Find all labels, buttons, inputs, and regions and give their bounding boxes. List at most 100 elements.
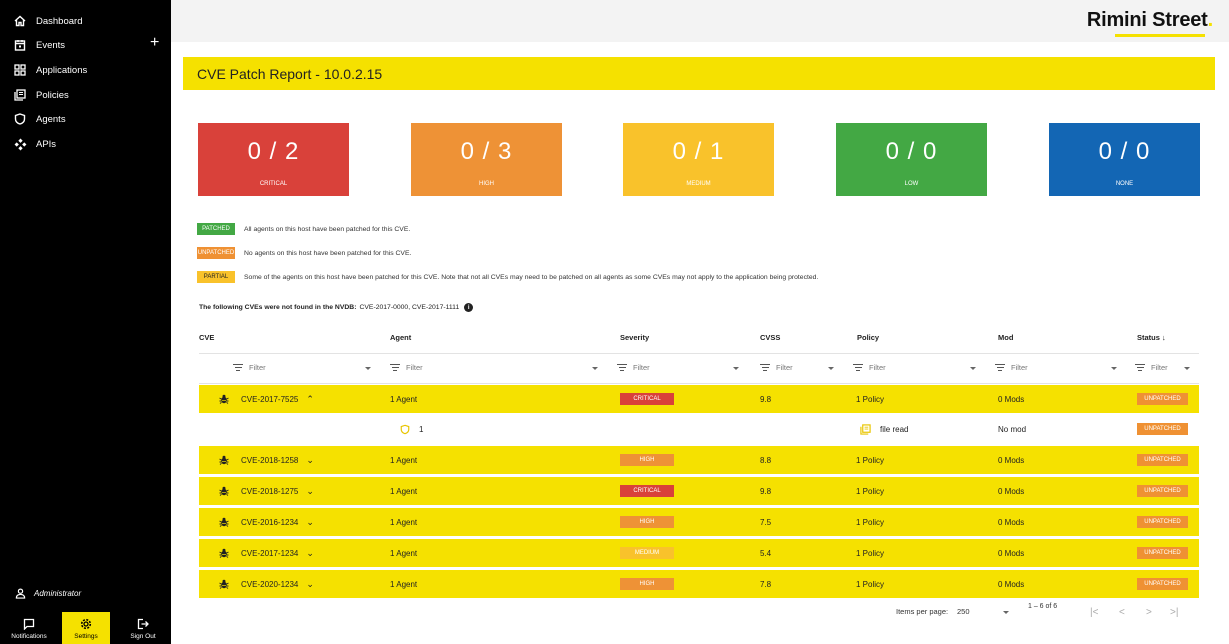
previous-page-icon[interactable]: <	[1119, 607, 1125, 618]
column-header-policy[interactable]: Policy	[857, 333, 879, 342]
sidebar-item-label: Events	[36, 39, 66, 51]
next-page-icon[interactable]: >	[1146, 607, 1152, 618]
filter-dropdown-icon[interactable]	[1111, 367, 1117, 370]
chevron-down-icon[interactable]: ⌄	[306, 486, 314, 497]
sign-out-icon	[137, 617, 149, 631]
items-per-page-dropdown-icon[interactable]	[1003, 611, 1009, 614]
mod-cell: 0 Mods	[998, 394, 1025, 404]
filter-mod[interactable]: Filter	[995, 362, 1028, 373]
summary-label: CRITICAL	[259, 181, 288, 187]
cve-cell: CVE-2018-1275 ⌄	[219, 477, 314, 505]
filter-placeholder: Filter	[249, 363, 266, 372]
settings-button[interactable]: Settings	[62, 612, 110, 644]
filter-severity[interactable]: Filter	[617, 362, 650, 373]
column-header-agent[interactable]: Agent	[390, 333, 411, 342]
filter-agent[interactable]: Filter	[390, 362, 423, 373]
page-title-bar: CVE Patch Report - 10.0.2.15	[183, 57, 1215, 90]
chevron-down-icon[interactable]: ⌄	[306, 579, 314, 590]
agent-cell[interactable]: 1 Agent	[390, 570, 417, 598]
chevron-down-icon[interactable]: ⌄	[306, 455, 314, 466]
column-header-cve[interactable]: CVE	[199, 333, 214, 342]
table-row[interactable]: CVE-2018-1275 ⌄ 1 Agent CRITICAL 9.8 1 P…	[199, 477, 1199, 505]
user-icon	[12, 588, 28, 599]
sidebar-item-label: Policies	[36, 89, 69, 101]
table-row[interactable]: CVE-2018-1258 ⌄ 1 Agent HIGH 8.8 1 Polic…	[199, 446, 1199, 474]
notifications-button[interactable]: Notifications	[5, 612, 53, 644]
policy-cell[interactable]: 1 Policy	[856, 446, 884, 474]
summary-label: LOW	[904, 181, 919, 187]
table-row[interactable]: CVE-2017-1234 ⌄ 1 Agent MEDIUM 5.4 1 Pol…	[199, 539, 1199, 567]
table-row[interactable]: CVE-2016-1234 ⌄ 1 Agent HIGH 7.5 1 Polic…	[199, 508, 1199, 536]
agent-detail-cell[interactable]: 1	[400, 415, 423, 443]
filter-dropdown-icon[interactable]	[828, 367, 834, 370]
agent-cell[interactable]: 1 Agent	[390, 446, 417, 474]
agent-cell[interactable]: 1 Agent	[390, 508, 417, 536]
bug-icon	[219, 517, 229, 527]
severity-cell: CRITICAL	[620, 477, 674, 505]
column-header-severity[interactable]: Severity	[620, 333, 649, 342]
column-header-status[interactable]: Status ↓	[1137, 333, 1166, 342]
info-icon[interactable]: i	[464, 303, 474, 312]
filter-dropdown-icon[interactable]	[733, 367, 739, 370]
column-header-mod[interactable]: Mod	[998, 333, 1013, 342]
summary-count: 0 / 3	[460, 138, 513, 165]
add-event-button[interactable]: +	[150, 34, 159, 52]
mod-detail-cell: No mod	[998, 424, 1027, 434]
filter-dropdown-icon[interactable]	[592, 367, 598, 370]
summary-count: 0 / 0	[885, 138, 938, 165]
agent-cell[interactable]: 1 Agent	[390, 539, 417, 567]
sidebar-item-label: APIs	[36, 138, 57, 150]
table-row[interactable]: CVE-2020-1234 ⌄ 1 Agent HIGH 7.8 1 Polic…	[199, 570, 1199, 598]
nvdb-notice-label: The following CVEs were not found in the…	[199, 304, 357, 311]
sidebar-item-apis[interactable]: APIs	[12, 134, 56, 154]
sidebar-item-policies[interactable]: Policies	[12, 85, 69, 105]
severity-badge: HIGH	[620, 578, 674, 590]
cvss-cell: 7.8	[760, 579, 772, 589]
grid-icon	[12, 63, 28, 77]
filter-cvss[interactable]: Filter	[760, 362, 793, 373]
agent-cell[interactable]: 1 Agent	[390, 385, 417, 413]
sidebar-item-events[interactable]: Events	[12, 35, 65, 55]
filter-dropdown-icon[interactable]	[365, 367, 371, 370]
user-profile[interactable]: Administrator	[12, 588, 81, 599]
nvdb-cve-list: CVE-2017-0000, CVE-2017-1111	[359, 304, 460, 311]
column-header-cvss[interactable]: CVSS	[760, 333, 780, 342]
filter-status[interactable]: Filter	[1135, 362, 1168, 373]
items-per-page-select[interactable]: 250	[957, 607, 970, 616]
status-badge: UNPATCHED	[1137, 578, 1188, 590]
bug-icon	[219, 548, 229, 558]
filter-cve[interactable]: Filter	[233, 362, 266, 373]
last-page-icon[interactable]: >|	[1170, 607, 1178, 618]
sidebar-item-dashboard[interactable]: Dashboard	[12, 11, 82, 31]
policy-icon	[12, 88, 28, 102]
table-row[interactable]: CVE-2017-7525 ⌃ 1 Agent CRITICAL 9.8 1 P…	[199, 385, 1199, 413]
sign-out-button[interactable]: Sign Out	[119, 612, 167, 644]
sidebar-item-applications[interactable]: Applications	[12, 60, 87, 80]
filter-policy[interactable]: Filter	[853, 362, 886, 373]
shield-icon	[12, 112, 28, 126]
mod-cell: 0 Mods	[998, 517, 1025, 527]
column-header-status-label: Status	[1137, 333, 1160, 342]
api-icon	[12, 137, 28, 151]
status-badge: UNPATCHED	[1137, 485, 1188, 497]
filter-dropdown-icon[interactable]	[970, 367, 976, 370]
agent-cell[interactable]: 1 Agent	[390, 477, 417, 505]
chevron-down-icon[interactable]: ⌄	[306, 517, 314, 528]
policy-cell[interactable]: 1 Policy	[856, 477, 884, 505]
cve-id: CVE-2016-1234	[241, 517, 299, 527]
sidebar: Dashboard Events + Applications Policies…	[0, 0, 171, 644]
bug-icon	[219, 394, 229, 404]
policy-detail-cell[interactable]: file read	[860, 415, 908, 443]
bug-icon	[219, 486, 229, 496]
policy-cell[interactable]: 1 Policy	[856, 508, 884, 536]
policy-cell[interactable]: 1 Policy	[856, 570, 884, 598]
filter-dropdown-icon[interactable]	[1184, 367, 1190, 370]
first-page-icon[interactable]: |<	[1090, 607, 1098, 618]
chevron-down-icon[interactable]: ⌄	[306, 548, 314, 559]
policy-cell[interactable]: 1 Policy	[856, 385, 884, 413]
sidebar-item-agents[interactable]: Agents	[12, 109, 66, 129]
items-per-page-value: 250	[957, 607, 970, 616]
chevron-up-icon[interactable]: ⌃	[306, 394, 314, 405]
filter-placeholder: Filter	[869, 363, 886, 372]
policy-cell[interactable]: 1 Policy	[856, 539, 884, 567]
